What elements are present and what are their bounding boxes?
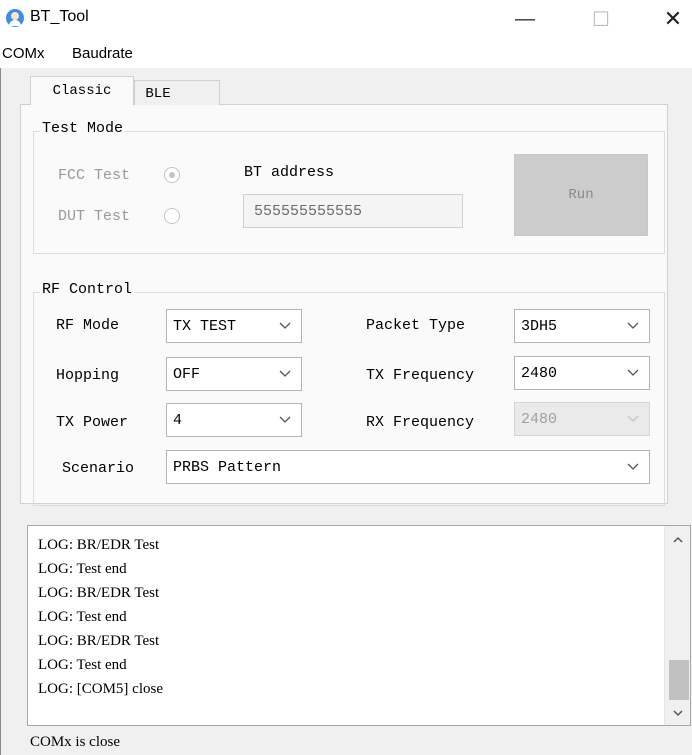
log-textarea[interactable]: LOG: BR/EDR Test LOG: Test end LOG: BR/E… (27, 525, 691, 726)
log-line: LOG: Test end (38, 609, 127, 625)
fcc-test-radio[interactable] (164, 167, 180, 183)
rx-frequency-value: 2480 (521, 410, 558, 428)
tab-ble[interactable]: BLE (134, 82, 182, 106)
log-line: LOG: BR/EDR Test (38, 537, 160, 553)
packet-type-label: Packet Type (366, 317, 466, 334)
packet-type-select[interactable]: 3DH5 (514, 309, 650, 343)
bt-address-label: BT address (244, 164, 335, 181)
hopping-value: OFF (173, 365, 201, 383)
menu-baudrate[interactable]: Baudrate (72, 45, 133, 62)
tab-classic[interactable]: Classic (30, 76, 134, 105)
app-icon (6, 9, 24, 27)
chevron-down-icon (627, 403, 639, 435)
log-line: LOG: Test end (38, 657, 127, 673)
scenario-select[interactable]: PRBS Pattern (166, 450, 650, 484)
dut-test-label: DUT Test (58, 208, 131, 225)
rx-frequency-select: 2480 (514, 402, 650, 436)
rf-mode-value: TX TEST (173, 317, 237, 335)
tx-frequency-select[interactable]: 2480 (514, 356, 650, 390)
log-scrollbar[interactable] (664, 526, 690, 725)
minimize-button[interactable]: — (502, 0, 548, 38)
tx-power-label: TX Power (56, 414, 129, 431)
rx-frequency-label: RX Frequency (366, 414, 475, 431)
log-line: LOG: [COM5] close (38, 681, 163, 697)
tx-power-value: 4 (173, 411, 183, 429)
rf-mode-select[interactable]: TX TEST (166, 309, 302, 343)
log-line: LOG: BR/EDR Test (38, 585, 160, 601)
chevron-down-icon (279, 310, 291, 342)
tx-power-select[interactable]: 4 (166, 403, 302, 437)
rf-mode-label: RF Mode (56, 317, 120, 334)
chevron-down-icon (627, 310, 639, 342)
menu-comx[interactable]: COMx (2, 45, 45, 62)
tx-frequency-value: 2480 (521, 364, 558, 382)
hopping-select[interactable]: OFF (166, 357, 302, 391)
dut-test-radio[interactable] (164, 208, 180, 224)
chevron-down-icon (279, 358, 291, 390)
bt-address-field[interactable]: 555555555555 (243, 194, 463, 228)
test-mode-legend: Test Mode (40, 120, 126, 137)
scroll-up-icon[interactable] (665, 528, 691, 550)
log-line: LOG: Test end (38, 561, 127, 577)
run-button[interactable]: Run (514, 154, 648, 236)
tx-frequency-label: TX Frequency (366, 367, 475, 384)
scrollbar-thumb[interactable] (669, 660, 689, 700)
status-text: COMx is close (30, 734, 120, 750)
chevron-down-icon (279, 404, 291, 436)
hopping-label: Hopping (56, 367, 120, 384)
fcc-test-label: FCC Test (58, 167, 131, 184)
close-button[interactable]: ✕ (650, 0, 692, 38)
title-bar: BT_Tool — ☐ ✕ (0, 0, 692, 38)
packet-type-value: 3DH5 (521, 317, 558, 335)
maximize-button[interactable]: ☐ (578, 0, 624, 38)
chevron-down-icon (627, 451, 639, 483)
chevron-down-icon (627, 357, 639, 389)
scenario-value: PRBS Pattern (173, 458, 282, 476)
window-title: BT_Tool (30, 8, 89, 25)
scroll-down-icon[interactable] (665, 702, 691, 724)
scenario-label: Scenario (62, 460, 135, 477)
log-line: LOG: BR/EDR Test (38, 633, 160, 649)
rf-control-legend: RF Control (40, 281, 135, 298)
